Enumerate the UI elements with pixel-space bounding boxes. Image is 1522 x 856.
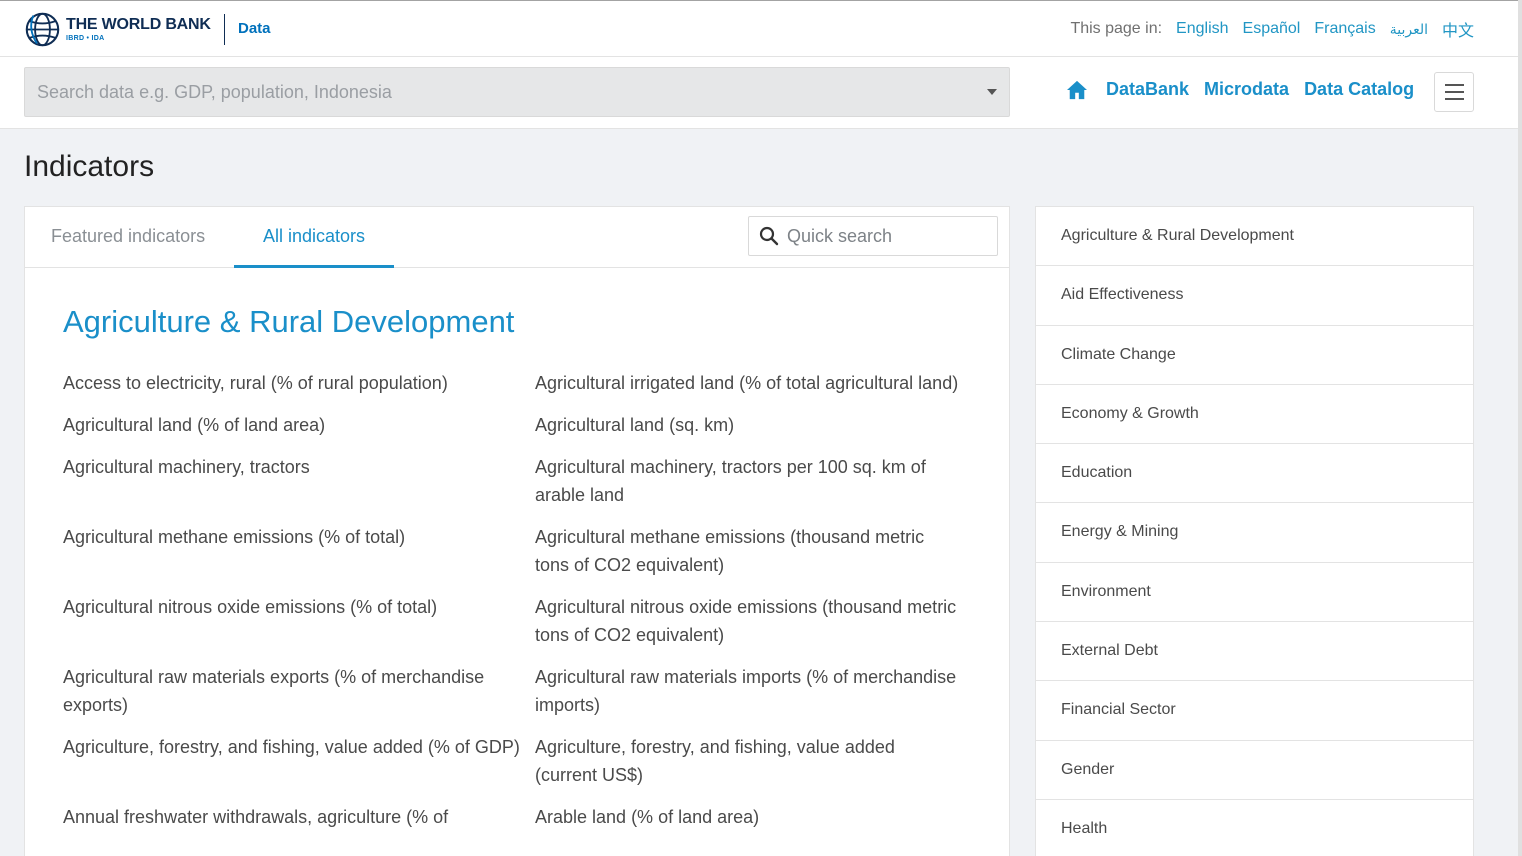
language-chinese[interactable]: 中文: [1442, 17, 1474, 41]
logo-divider: [224, 14, 225, 45]
language-selector: This page in: English Español Français ا…: [1070, 17, 1474, 41]
logo-subtitle: IBRD • IDA: [66, 35, 105, 42]
nav-data-catalog[interactable]: Data Catalog: [1304, 79, 1414, 100]
logo-title: THE WORLD BANK: [66, 16, 211, 33]
indicator-link[interactable]: Annual freshwater withdrawals, agricultu…: [63, 803, 535, 831]
indicators-panel: Featured indicators All indicators Agric…: [24, 206, 1010, 856]
indicator-link[interactable]: Agricultural land (sq. km): [535, 411, 975, 439]
indicator-link[interactable]: Agricultural land (% of land area): [63, 411, 535, 439]
sidebar-item-energy-mining[interactable]: Energy & Mining: [1036, 503, 1473, 563]
sidebar-item-health[interactable]: Health: [1036, 800, 1473, 856]
indicator-link[interactable]: Agriculture, forestry, and fishing, valu…: [63, 733, 535, 789]
sidebar-item-aid-effectiveness[interactable]: Aid Effectiveness: [1036, 266, 1473, 326]
indicator-tabs: Featured indicators All indicators: [25, 207, 1009, 268]
menu-button[interactable]: [1434, 72, 1474, 112]
indicator-link[interactable]: Agricultural nitrous oxide emissions (th…: [535, 593, 975, 649]
language-espanol[interactable]: Español: [1243, 20, 1301, 38]
indicator-link[interactable]: Arable land (% of land area): [535, 803, 975, 831]
main-nav: DataBank Microdata Data Catalog: [1066, 79, 1429, 100]
sidebar-item-financial-sector[interactable]: Financial Sector: [1036, 681, 1473, 741]
search-icon: [759, 226, 779, 246]
sidebar-item-gender[interactable]: Gender: [1036, 741, 1473, 800]
page-title: Indicators: [24, 150, 155, 183]
indicator-link[interactable]: Agricultural irrigated land (% of total …: [535, 369, 975, 397]
language-label: This page in:: [1070, 20, 1163, 37]
nav-databank[interactable]: DataBank: [1106, 79, 1189, 100]
language-english[interactable]: English: [1176, 20, 1228, 38]
section-title[interactable]: Agriculture & Rural Development: [63, 304, 514, 340]
top-bar: THE WORLD BANK IBRD • IDA Data This page…: [0, 0, 1522, 57]
hamburger-icon: [1445, 84, 1464, 86]
sidebar-item-environment[interactable]: Environment: [1036, 563, 1473, 623]
quick-search-input[interactable]: [787, 217, 992, 255]
sidebar-item-economy-growth[interactable]: Economy & Growth: [1036, 385, 1473, 445]
world-bank-logo[interactable]: THE WORLD BANK IBRD • IDA: [24, 11, 211, 48]
tab-all-indicators[interactable]: All indicators: [234, 207, 394, 268]
sidebar-item-agriculture[interactable]: Agriculture & Rural Development: [1036, 207, 1473, 267]
tab-featured-indicators[interactable]: Featured indicators: [51, 207, 205, 268]
data-link[interactable]: Data: [238, 20, 271, 37]
page-scrollbar[interactable]: [1518, 0, 1522, 856]
language-francais[interactable]: Français: [1314, 20, 1375, 38]
search-box[interactable]: [24, 67, 1010, 117]
indicator-link[interactable]: Agricultural machinery, tractors: [63, 453, 535, 509]
nav-microdata[interactable]: Microdata: [1204, 79, 1289, 100]
indicator-list: Access to electricity, rural (% of rural…: [63, 369, 983, 831]
indicator-link[interactable]: Agricultural machinery, tractors per 100…: [535, 453, 975, 509]
chevron-down-icon[interactable]: [987, 89, 997, 95]
sidebar-item-external-debt[interactable]: External Debt: [1036, 622, 1473, 682]
search-row: DataBank Microdata Data Catalog: [0, 57, 1522, 129]
indicator-link[interactable]: Agricultural raw materials exports (% of…: [63, 663, 535, 719]
topic-sidebar: Agriculture & Rural Development Aid Effe…: [1035, 206, 1474, 856]
indicator-link[interactable]: Access to electricity, rural (% of rural…: [63, 369, 535, 397]
indicator-link[interactable]: Agricultural nitrous oxide emissions (% …: [63, 593, 535, 649]
sidebar-item-education[interactable]: Education: [1036, 444, 1473, 504]
indicator-link[interactable]: Agriculture, forestry, and fishing, valu…: [535, 733, 975, 789]
indicator-link[interactable]: Agricultural methane emissions (thousand…: [535, 523, 975, 579]
globe-logo-icon: [25, 12, 60, 47]
language-arabic[interactable]: العربية: [1390, 21, 1428, 38]
home-icon[interactable]: [1066, 80, 1088, 100]
sidebar-item-climate-change[interactable]: Climate Change: [1036, 326, 1473, 385]
indicator-link[interactable]: Agricultural raw materials imports (% of…: [535, 663, 975, 719]
quick-search-box[interactable]: [748, 216, 998, 256]
search-input[interactable]: [25, 68, 1009, 116]
indicator-link[interactable]: Agricultural methane emissions (% of tot…: [63, 523, 535, 579]
